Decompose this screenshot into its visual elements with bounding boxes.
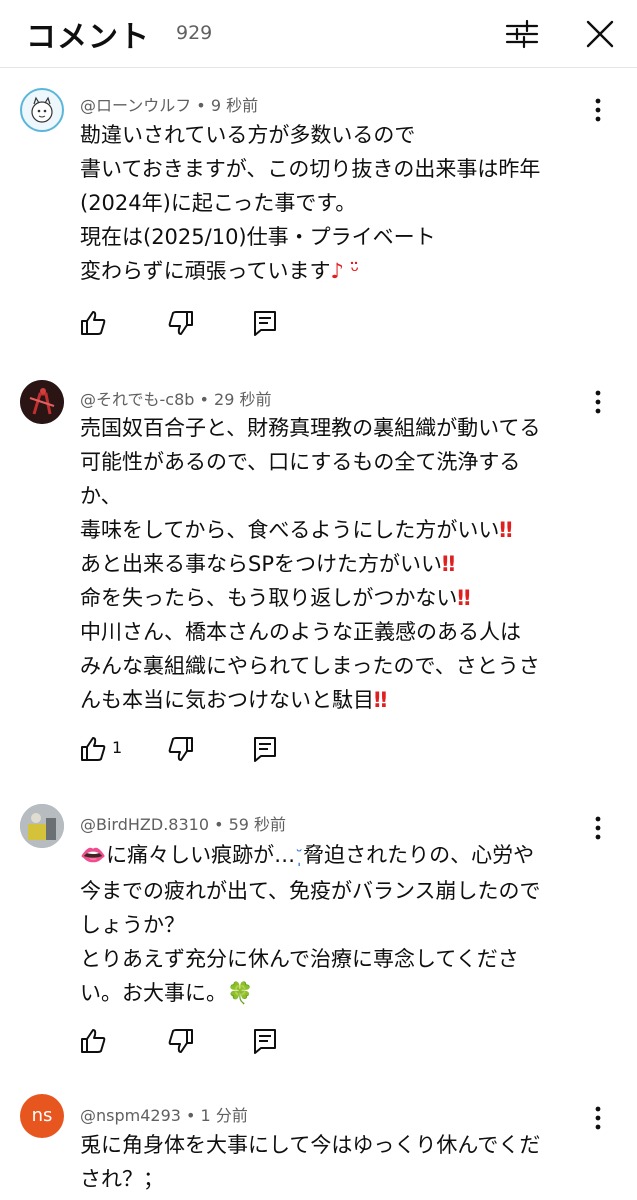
comment-text: 売国奴百合子と、財務真理教の裏組織が動いてる 可能性があるので、口にするもの全て…	[80, 411, 600, 717]
comment-time: 29 秒前	[214, 390, 272, 409]
avatar[interactable]: ns	[20, 1094, 64, 1138]
comment-line: 書いておきますが、この切り抜きの出来事は昨年	[80, 157, 541, 181]
close-button[interactable]	[580, 14, 620, 54]
avatar[interactable]	[20, 380, 64, 424]
double-exclamation-icon: ‼	[374, 688, 388, 712]
comment-line: 中川さん、橋本さんのような正義感のある人は	[80, 620, 521, 644]
double-exclamation-icon: ‼	[457, 586, 471, 610]
bird-avatar-icon	[20, 804, 64, 848]
comment-time: 59 秒前	[228, 815, 287, 834]
comment-line: んも本当に気おつけないと駄目‼	[80, 683, 600, 717]
comment-line: 変わらずに頑張っています♪ ᵕ̈	[80, 254, 600, 288]
comment-line-text: 脅迫されたりの、心労や	[303, 843, 535, 867]
meta-separator: •	[180, 1106, 201, 1125]
reply-icon	[254, 1029, 276, 1054]
comment-actions: 1	[78, 734, 378, 766]
comment-count: 929	[176, 22, 213, 44]
comment-line-text: 毒味をしてから、食べるようにした方がいい	[80, 518, 500, 542]
comment-time: 1 分前	[200, 1106, 248, 1125]
comment-text: 勘違いされている方が多数いるので 書いておきますが、この切り抜きの出来事は昨年 …	[80, 118, 600, 288]
comment-line: か、	[80, 484, 122, 508]
header-title: コメント	[26, 20, 150, 55]
reply-icon	[254, 737, 276, 762]
filter-button[interactable]	[502, 14, 542, 54]
comment-line: 今までの疲れが出て、免疫がバランス崩したので	[80, 879, 541, 903]
comments-header: コメント 929	[0, 0, 637, 68]
thumb-up-icon	[81, 737, 106, 761]
comment-line: (2024年)に起こった事です。	[80, 191, 357, 215]
comment-line: 👄に痛々しい痕跡が…˘̩̩̩脅迫されたりの、心労や	[80, 838, 600, 874]
thumb-down-icon	[168, 311, 193, 335]
lips-emoji-icon: 👄	[80, 843, 107, 867]
reply-icon	[254, 311, 276, 336]
dislike-button[interactable]	[166, 1026, 196, 1056]
thumb-up-icon	[81, 1029, 106, 1053]
comment-line-text: 変わらずに頑張っています	[80, 259, 331, 283]
meta-separator: •	[191, 96, 211, 115]
reply-button[interactable]	[250, 1026, 280, 1056]
comment-line: 売国奴百合子と、財務真理教の裏組織が動いてる	[80, 416, 541, 440]
comment-time: 9 秒前	[210, 96, 259, 115]
meta-separator: •	[194, 390, 215, 409]
like-count: 1	[112, 738, 123, 757]
comment-meta: @それでも-c8b • 29 秒前	[80, 386, 272, 410]
double-exclamation-icon: ‼	[442, 552, 456, 576]
clover-emoji-icon: 🍀	[227, 981, 254, 1005]
comment-actions	[78, 308, 378, 340]
avatar[interactable]	[20, 804, 64, 848]
figure-avatar-icon	[20, 380, 64, 424]
comment-meta: @nspm4293 • 1 分前	[80, 1102, 248, 1126]
emoji-tail: ♪ ᵕ̈	[330, 259, 360, 283]
like-button[interactable]	[78, 734, 108, 764]
dislike-button[interactable]	[166, 308, 196, 338]
reply-button[interactable]	[250, 308, 280, 338]
like-button[interactable]	[78, 1026, 108, 1056]
dislike-button[interactable]	[166, 734, 196, 764]
comment-actions	[78, 1026, 378, 1058]
comment-line-text: あと出来る事ならSPをつけた方がいい	[80, 552, 442, 576]
comment-author[interactable]: @BirdHZD.8310	[80, 815, 209, 834]
comment-line: 兎に角身体を大事にして今はゆっくり休んでくだ	[80, 1133, 541, 1157]
like-button[interactable]	[78, 308, 108, 338]
comment-line-text: い。お大事に。	[80, 981, 227, 1005]
comment-line: しょうか？	[80, 913, 185, 937]
comment-text: 👄に痛々しい痕跡が…˘̩̩̩脅迫されたりの、心労や 今までの疲れが出て、免疫がバ…	[80, 838, 600, 1010]
comment-line: みんな裏組織にやられてしまったので、さとうさ	[80, 654, 540, 678]
tear-emoji-icon: ˘̩̩̩	[295, 847, 304, 866]
comment-line: 勘違いされている方が多数いるので	[80, 123, 416, 147]
comment-meta: @BirdHZD.8310 • 59 秒前	[80, 811, 286, 835]
comment-line: され？；	[80, 1167, 164, 1191]
comment-line: あと出来る事ならSPをつけた方がいい‼	[80, 547, 600, 581]
thumb-down-icon	[168, 1029, 193, 1053]
comment-line: 現在は(2025/10)仕事・プライベート	[80, 225, 436, 249]
comment-meta: @ローンウルフ • 9 秒前	[80, 92, 258, 116]
comment-line: 毒味をしてから、食べるようにした方がいい‼	[80, 513, 600, 547]
avatar[interactable]	[20, 88, 64, 132]
filter-icon	[505, 19, 539, 49]
comment-author[interactable]: @それでも-c8b	[80, 390, 194, 409]
comment-author[interactable]: @ローンウルフ	[80, 96, 191, 115]
comment-text: 兎に角身体を大事にして今はゆっくり休んでくだ され？；	[80, 1128, 600, 1196]
thumb-down-icon	[168, 737, 193, 761]
comment-line-text: に痛々しい痕跡が…	[106, 843, 296, 867]
comment-line-text: 命を失ったら、もう取り返しがつかない	[80, 586, 458, 610]
thumb-up-icon	[81, 311, 106, 335]
comment-author[interactable]: @nspm4293	[80, 1106, 181, 1125]
comment-line: い。お大事に。🍀	[80, 976, 600, 1010]
comment-line: 命を失ったら、もう取り返しがつかない‼	[80, 581, 600, 615]
reply-button[interactable]	[250, 734, 280, 764]
meta-separator: •	[209, 815, 229, 834]
comment-line-text: んも本当に気おつけないと駄目	[80, 688, 374, 712]
wolf-avatar-icon	[31, 96, 53, 123]
double-exclamation-icon: ‼	[499, 518, 513, 542]
close-icon	[586, 20, 614, 48]
comment-line: とりあえず充分に休んで治療に専念してくださ	[80, 947, 519, 971]
comment-line: 可能性があるので、口にするもの全て洗浄する	[80, 450, 521, 474]
